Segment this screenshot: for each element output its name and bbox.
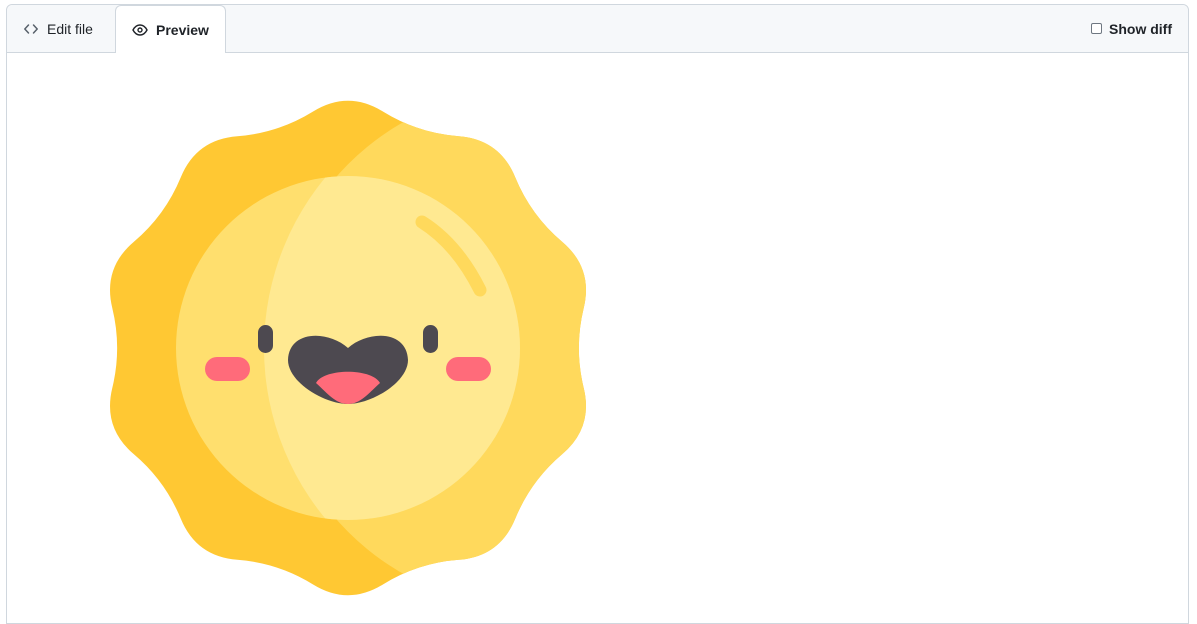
- tab-preview[interactable]: Preview: [115, 5, 226, 53]
- right-eye: [423, 325, 438, 353]
- tab-edit-file[interactable]: Edit file: [7, 5, 115, 52]
- show-diff-checkbox[interactable]: [1091, 23, 1102, 34]
- tab-preview-label: Preview: [156, 21, 209, 38]
- right-cheek: [446, 357, 491, 381]
- file-editor: Edit file Preview Show diff: [6, 4, 1189, 624]
- tab-edit-file-label: Edit file: [47, 20, 93, 37]
- show-diff-label: Show diff: [1109, 20, 1172, 37]
- code-icon: [23, 21, 39, 37]
- eye-icon: [132, 22, 148, 38]
- left-cheek: [205, 357, 250, 381]
- show-diff-toggle[interactable]: Show diff: [1091, 5, 1172, 52]
- preview-area: [7, 52, 1188, 623]
- sun-emoji-icon: [110, 100, 586, 596]
- left-eye: [258, 325, 273, 353]
- editor-tabbar: Edit file Preview Show diff: [7, 5, 1188, 53]
